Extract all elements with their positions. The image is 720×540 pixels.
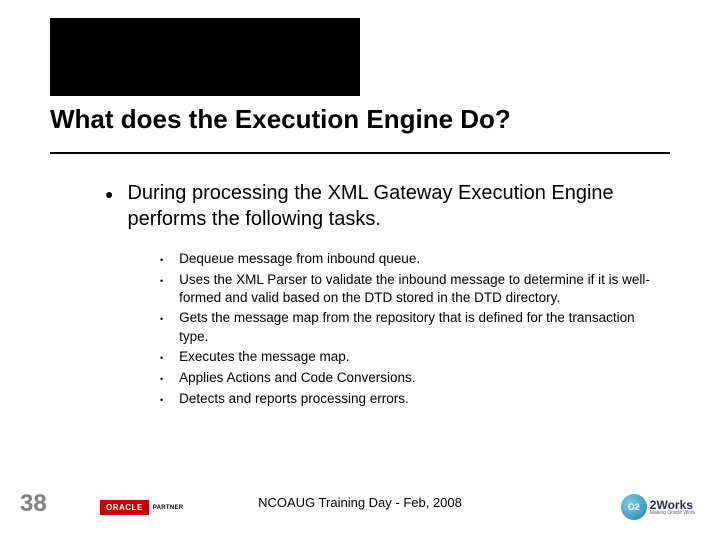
slide-title: What does the Execution Engine Do? bbox=[50, 104, 670, 135]
list-item: • Detects and reports processing errors. bbox=[160, 390, 650, 409]
sub-bullet-text: Executes the message map. bbox=[179, 348, 349, 366]
sub-bullet-text: Detects and reports processing errors. bbox=[179, 390, 409, 408]
title-bar: What does the Execution Engine Do? bbox=[50, 104, 670, 154]
sub-bullet-list: • Dequeue message from inbound queue. • … bbox=[160, 250, 650, 409]
list-item: • Dequeue message from inbound queue. bbox=[160, 250, 650, 269]
list-item: • Applies Actions and Code Conversions. bbox=[160, 369, 650, 388]
bullet-icon: • bbox=[160, 272, 163, 290]
o2works-text: 2Works Making Oracle Work bbox=[650, 499, 695, 516]
main-bullet: ● During processing the XML Gateway Exec… bbox=[105, 180, 650, 232]
sub-bullet-text: Dequeue message from inbound queue. bbox=[179, 250, 420, 268]
o2works-circle-icon: O2 bbox=[621, 494, 647, 520]
footer-text: NCOAUG Training Day - Feb, 2008 bbox=[0, 495, 720, 510]
main-bullet-text: During processing the XML Gateway Execut… bbox=[127, 180, 650, 232]
bullet-icon: • bbox=[160, 310, 163, 328]
content-area: ● During processing the XML Gateway Exec… bbox=[105, 180, 650, 411]
bullet-icon: • bbox=[160, 349, 163, 367]
list-item: • Executes the message map. bbox=[160, 348, 650, 367]
bullet-icon: • bbox=[160, 251, 163, 269]
sub-bullet-text: Gets the message map from the repository… bbox=[179, 309, 650, 345]
sub-bullet-text: Uses the XML Parser to validate the inbo… bbox=[179, 271, 650, 307]
bullet-icon: • bbox=[160, 370, 163, 388]
header-black-box bbox=[50, 18, 360, 96]
o2works-logo: O2 2Works Making Oracle Work bbox=[621, 494, 695, 520]
bullet-icon: • bbox=[160, 391, 163, 409]
o2works-name: 2Works bbox=[650, 499, 695, 511]
list-item: • Uses the XML Parser to validate the in… bbox=[160, 271, 650, 307]
sub-bullet-text: Applies Actions and Code Conversions. bbox=[179, 369, 415, 387]
list-item: • Gets the message map from the reposito… bbox=[160, 309, 650, 345]
o2works-tagline: Making Oracle Work bbox=[650, 511, 695, 516]
bullet-icon: ● bbox=[105, 182, 113, 206]
